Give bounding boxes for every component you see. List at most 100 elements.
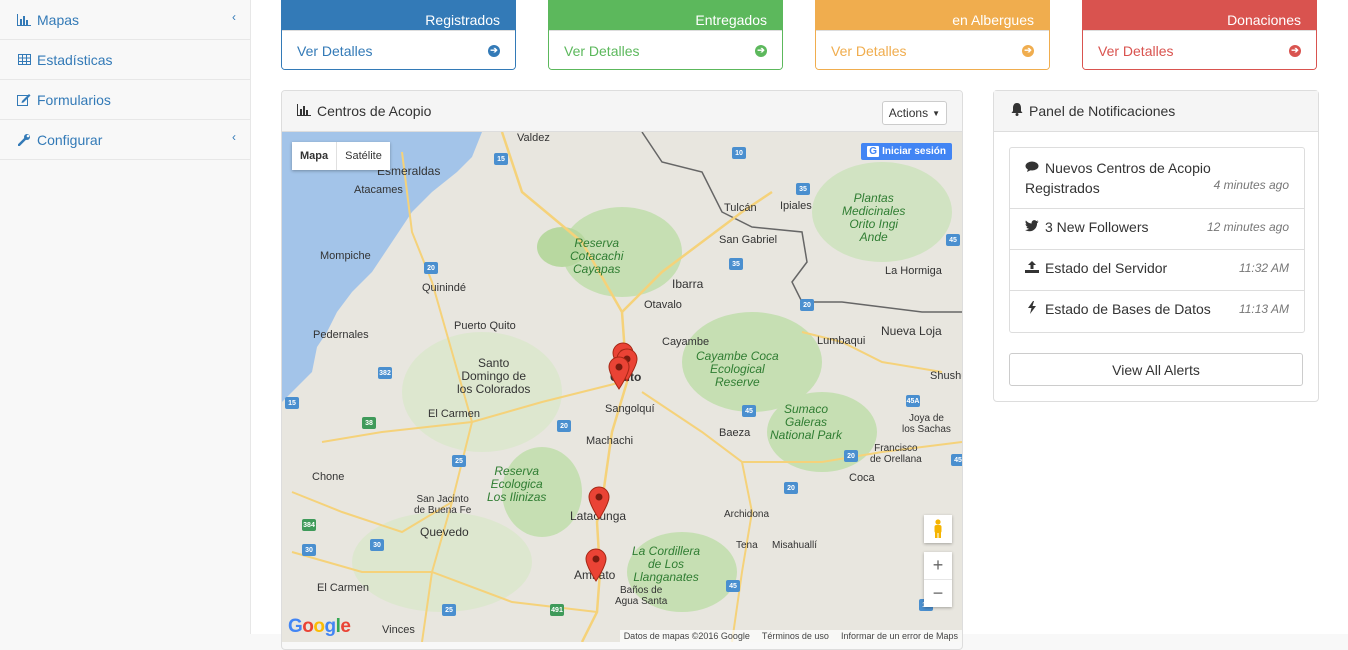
map-label: Reserva Cotacachi Cayapas (570, 236, 624, 276)
stat-title: en Albergues (952, 12, 1034, 28)
map-label: Lumbaqui (817, 335, 866, 347)
map-panel-header: Centros de Acopio Actions ▼ (282, 91, 962, 132)
signin-button[interactable]: G Iniciar sesión (861, 143, 952, 160)
arrow-circle-right-icon: ➔ (1022, 44, 1034, 57)
view-details-link[interactable]: Ver Detalles ➔ (1083, 30, 1316, 69)
view-details-link[interactable]: Ver Detalles ➔ (549, 30, 782, 69)
view-details-link[interactable]: Ver Detalles ➔ (816, 30, 1049, 69)
map-label: Baños de Agua Santa (615, 585, 668, 607)
map-label: Archidona (724, 509, 770, 520)
map-label: Nueva Loja (881, 324, 942, 338)
map-label: Santo Domingo de los Colorados (457, 356, 531, 396)
map-label: La Cordillera de Los Llanganates (632, 544, 701, 584)
map-label: Sumaco Galeras National Park (770, 402, 843, 442)
map-label: El Carmen (428, 408, 480, 420)
view-details-link[interactable]: Ver Detalles ➔ (282, 30, 515, 69)
route-shield: 20 (557, 420, 571, 432)
map-label: El Carmen (317, 582, 369, 594)
notification-time: 4 minutes ago (1213, 178, 1289, 192)
map-label: Ibarra (672, 277, 704, 291)
stat-title: Donaciones (1227, 12, 1301, 28)
stat-panel-albergues: en Albergues Ver Detalles ➔ (815, 0, 1050, 70)
notifications-title: Panel de Notificaciones (1029, 103, 1176, 119)
list-item[interactable]: Estado del Servidor 11:32 AM (1010, 250, 1304, 291)
wrench-icon (16, 133, 32, 147)
sidebar-item-configurar[interactable]: Configurar ‹ (0, 120, 250, 160)
sidebar-item-formularios[interactable]: Formularios (0, 80, 250, 120)
map-label: Ipiales (780, 200, 812, 212)
map-label: San Jacinto de Buena Fe (414, 494, 472, 516)
notification-text: Nuevos Centros de Acopio Registrados (1025, 160, 1211, 196)
map-label: Shushufi (930, 370, 962, 382)
stat-title: Registrados (425, 12, 500, 28)
list-item[interactable]: Nuevos Centros de Acopio Registrados 4 m… (1010, 148, 1304, 209)
notification-time: 11:13 AM (1238, 302, 1289, 316)
view-details-label: Ver Detalles (564, 42, 640, 59)
bar-chart-icon (16, 13, 32, 27)
sidebar-item-estadisticas[interactable]: Estadísticas (0, 40, 250, 80)
list-item[interactable]: Estado de Bases de Datos 11:13 AM (1010, 291, 1304, 332)
notifications-list: Nuevos Centros de Acopio Registrados 4 m… (1009, 147, 1305, 333)
chevron-left-icon: ‹ (232, 130, 236, 144)
map-label: Puerto Quito (454, 320, 516, 332)
map-marker[interactable] (585, 548, 607, 582)
map-label: Valdez (517, 132, 550, 144)
map-marker[interactable] (608, 356, 630, 390)
map-label: Atacames (354, 184, 403, 196)
map-attribution: Datos de mapas ©2016 Google Términos de … (619, 630, 962, 642)
sidebar-item-label: Estadísticas (37, 51, 113, 68)
twitter-icon (1025, 219, 1039, 235)
route-shield: 45 (726, 580, 740, 592)
map-type-satellite-button[interactable]: Satélite (336, 142, 390, 170)
route-shield: 10 (732, 147, 746, 159)
map-label: Chone (312, 471, 345, 483)
sidebar: Mapas ‹ Estadísticas Formularios Configu… (0, 0, 251, 634)
map-label: Francisco de Orellana (870, 443, 922, 465)
route-shield: 20 (784, 482, 798, 494)
map-label: San Gabriel (719, 234, 778, 246)
notification-text: Estado del Servidor (1045, 260, 1168, 276)
bar-chart-icon (297, 103, 311, 119)
map-label: Quevedo (420, 525, 469, 539)
map-marker[interactable] (588, 486, 610, 520)
caret-down-icon: ▼ (932, 108, 940, 118)
arrow-circle-right-icon: ➔ (488, 44, 500, 57)
view-details-label: Ver Detalles (1098, 42, 1174, 59)
view-details-label: Ver Detalles (831, 42, 907, 59)
sidebar-item-label: Formularios (37, 91, 111, 108)
map-canvas[interactable]: Valdez Esmeraldas Atacames Mompiche Quin… (282, 132, 962, 642)
sidebar-item-mapas[interactable]: Mapas ‹ (0, 0, 250, 40)
actions-dropdown-button[interactable]: Actions ▼ (881, 101, 947, 125)
route-shield: 30 (370, 539, 384, 551)
notification-time: 11:32 AM (1238, 261, 1289, 275)
notifications-panel: Panel de Notificaciones Nuevos Centros d… (993, 90, 1319, 402)
zoom-in-button[interactable]: + (924, 552, 952, 579)
map-label: Otavalo (644, 299, 682, 311)
route-shield: 15 (494, 153, 508, 165)
comment-icon (1025, 160, 1039, 176)
list-item[interactable]: 3 New Followers 12 minutes ago (1010, 209, 1304, 250)
map-type-toggle: Mapa Satélite (292, 142, 390, 170)
street-view-pegman-icon[interactable] (924, 515, 952, 543)
map-type-map-button[interactable]: Mapa (292, 142, 336, 170)
google-logo: Google (288, 616, 351, 637)
chevron-left-icon: ‹ (232, 10, 236, 24)
view-details-label: Ver Detalles (297, 42, 373, 59)
route-shield: 45 (946, 234, 960, 246)
table-icon (16, 53, 32, 67)
map-label: Vinces (382, 624, 415, 636)
route-shield: 45A (906, 395, 920, 407)
map-label: Joya de los Sachas (902, 413, 951, 435)
route-shield: 38 (362, 417, 376, 429)
map-panel-title: Centros de Acopio (317, 103, 432, 119)
map-label: Tena (736, 540, 758, 551)
notification-text: 3 New Followers (1045, 219, 1149, 235)
report-error-link[interactable]: Informar de un error de Maps (841, 631, 958, 641)
notification-time: 12 minutes ago (1206, 220, 1289, 234)
terms-link[interactable]: Términos de uso (762, 631, 829, 641)
signin-label: Iniciar sesión (882, 146, 946, 157)
route-shield: 20 (800, 299, 814, 311)
view-all-alerts-button[interactable]: View All Alerts (1009, 353, 1303, 386)
zoom-out-button[interactable]: − (924, 579, 952, 607)
notifications-header: Panel de Notificaciones (994, 91, 1318, 132)
